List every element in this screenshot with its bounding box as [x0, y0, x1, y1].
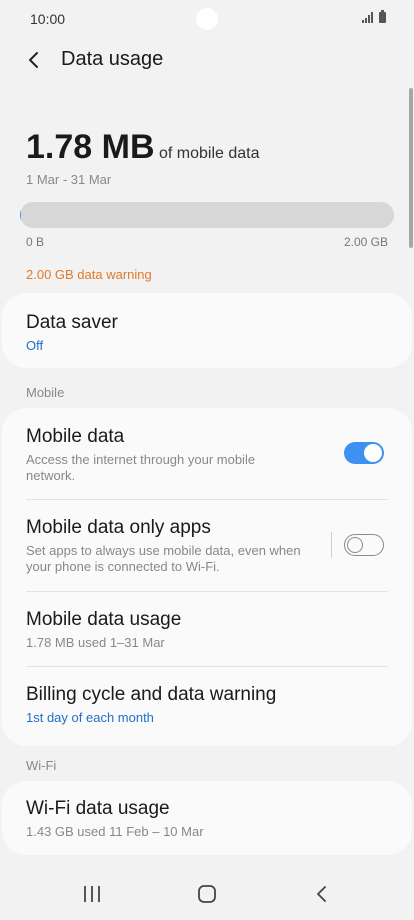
- mobile-data-usage-subtitle: 1.78 MB used 1–31 Mar: [26, 635, 165, 650]
- billing-cycle-title: Billing cycle and data warning: [26, 684, 277, 705]
- usage-period: 1 Mar - 31 Mar: [26, 172, 112, 187]
- data-saver-title: Data saver: [26, 312, 118, 333]
- wifi-card: Wi-Fi data usage 1.43 GB used 11 Feb – 1…: [2, 781, 412, 855]
- mobile-data-only-apps-toggle[interactable]: [344, 534, 384, 556]
- battery-icon: [379, 10, 386, 23]
- mobile-data-title: Mobile data: [26, 426, 125, 447]
- phone-screen: 10:00 Data usage 1.78 MB of mobile data …: [0, 0, 414, 920]
- mobile-data-row[interactable]: Mobile data Access the internet through …: [2, 408, 412, 500]
- back-icon[interactable]: [308, 882, 336, 906]
- wifi-data-usage-title: Wi-Fi data usage: [26, 798, 170, 819]
- billing-cycle-subtitle: 1st day of each month: [26, 710, 154, 725]
- section-label-wifi: Wi-Fi: [26, 758, 57, 773]
- status-time: 10:00: [30, 11, 66, 27]
- billing-cycle-row[interactable]: Billing cycle and data warning 1st day o…: [2, 667, 412, 746]
- mobile-card: Mobile data Access the internet through …: [2, 408, 412, 746]
- status-bar: 10:00: [0, 0, 414, 38]
- status-icons: [362, 10, 386, 23]
- recent-apps-icon[interactable]: [78, 882, 106, 906]
- mobile-data-usage-row[interactable]: Mobile data usage 1.78 MB used 1–31 Mar: [2, 592, 412, 667]
- mobile-data-only-apps-title: Mobile data only apps: [26, 517, 211, 538]
- usage-amount: 1.78 MB: [26, 128, 155, 166]
- chevron-left-icon[interactable]: [20, 46, 48, 74]
- toggle-separator: [331, 532, 332, 558]
- usage-bar-max-label: 2.00 GB: [343, 235, 388, 249]
- mobile-data-only-apps-row[interactable]: Mobile data only apps Set apps to always…: [2, 500, 412, 592]
- app-header: Data usage: [0, 40, 414, 80]
- front-camera-cutout: [196, 8, 218, 30]
- mobile-data-subtitle: Access the internet through your mobile …: [26, 452, 256, 483]
- data-warning-text: 2.00 GB data warning: [26, 267, 152, 282]
- mobile-data-usage-title: Mobile data usage: [26, 609, 182, 630]
- page-title: Data usage: [61, 48, 164, 70]
- mobile-data-toggle[interactable]: [344, 442, 384, 464]
- home-icon[interactable]: [193, 882, 221, 906]
- usage-progress-bar: [20, 202, 394, 228]
- section-label-mobile: Mobile: [26, 385, 65, 400]
- wifi-data-usage-row[interactable]: Wi-Fi data usage 1.43 GB used 11 Feb – 1…: [2, 781, 412, 855]
- usage-suffix: of mobile data: [159, 145, 260, 162]
- navigation-bar: [0, 868, 414, 920]
- scrollbar[interactable]: [409, 88, 413, 248]
- wifi-data-usage-subtitle: 1.43 GB used 11 Feb – 10 Mar: [26, 824, 204, 839]
- signal-icon: [362, 12, 373, 23]
- data-saver-card[interactable]: Data saver Off: [2, 293, 412, 368]
- data-saver-status: Off: [26, 338, 44, 353]
- mobile-data-only-apps-subtitle: Set apps to always use mobile data, even…: [26, 543, 301, 574]
- usage-bar-min-label: 0 B: [26, 235, 45, 249]
